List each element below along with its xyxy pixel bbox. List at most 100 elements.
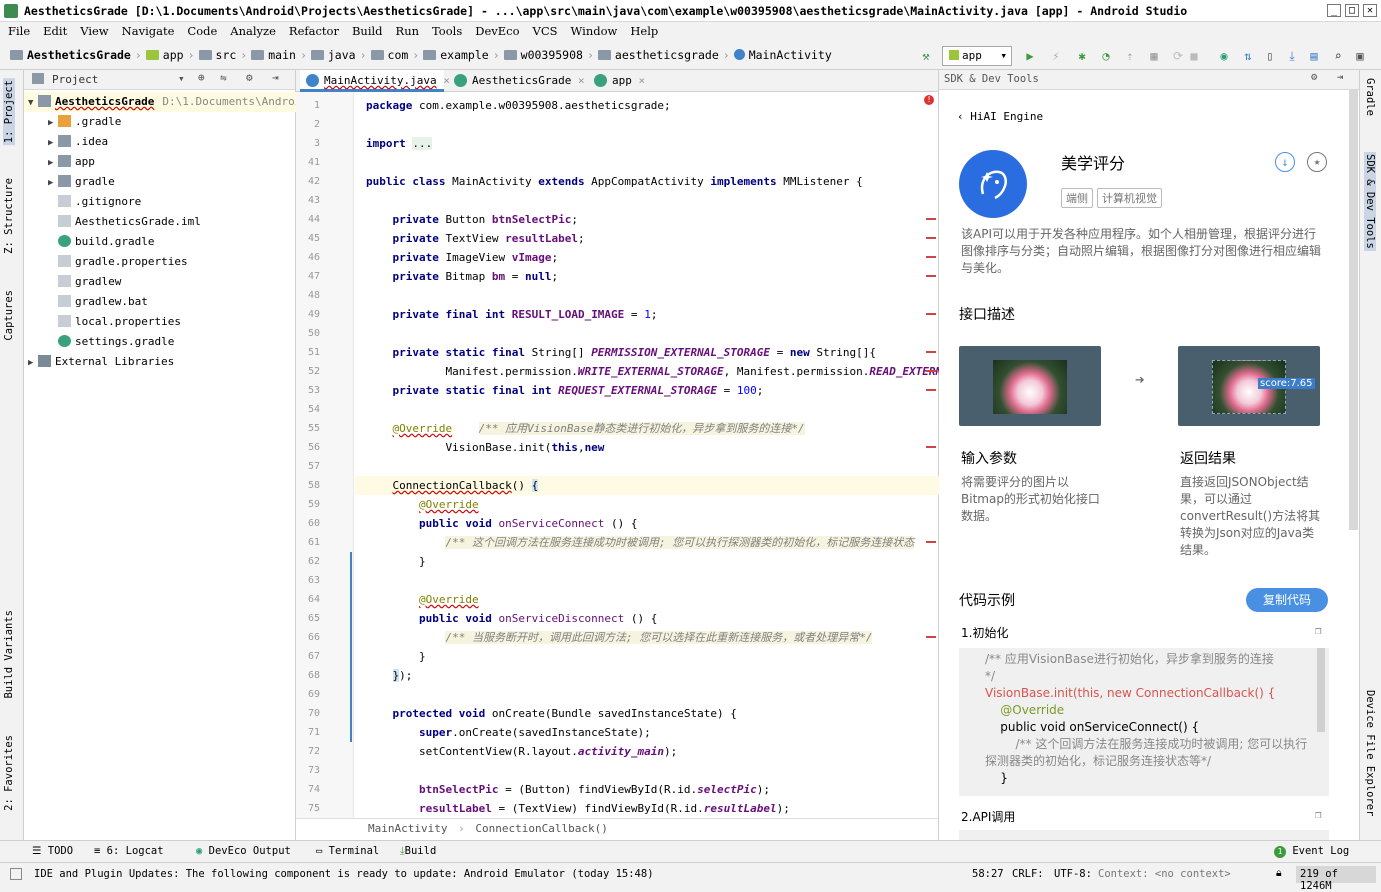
- tab-captures[interactable]: Captures: [3, 290, 15, 341]
- error-stripe-mark[interactable]: [926, 218, 936, 220]
- code-line[interactable]: public class MainActivity extends AppCom…: [366, 172, 863, 191]
- tree-item[interactable]: settings.gradle: [24, 332, 296, 352]
- make-project-icon[interactable]: ⚒: [918, 48, 934, 64]
- editor-tab[interactable]: MainActivity.java ×: [300, 70, 450, 92]
- rerun-icon[interactable]: ⟳: [1170, 48, 1186, 64]
- code-line[interactable]: super.onCreate(savedInstanceState);: [366, 723, 651, 742]
- tree-item[interactable]: gradlew.bat: [24, 292, 296, 312]
- close-button[interactable]: ✕: [1363, 4, 1377, 17]
- code-line[interactable]: private ImageView vImage;: [366, 248, 559, 267]
- breadcrumb-item[interactable]: src: [216, 48, 237, 62]
- code-line[interactable]: }: [366, 647, 426, 666]
- tab-sdk-dev-tools[interactable]: SDK & Dev Tools: [1364, 152, 1376, 251]
- download-icon[interactable]: ↓: [1275, 152, 1295, 172]
- tree-item[interactable]: ▶ .idea: [24, 132, 296, 152]
- code-line[interactable]: private static final String[] PERMISSION…: [366, 343, 876, 362]
- maximize-button[interactable]: □: [1345, 4, 1359, 17]
- tab-favorites[interactable]: 2: Favorites: [3, 735, 15, 811]
- profile-icon[interactable]: ◔: [1098, 48, 1114, 64]
- tab-terminal[interactable]: ▭ Terminal: [316, 845, 379, 857]
- code-line[interactable]: Manifest.permission.WRITE_EXTERNAL_STORA…: [366, 362, 962, 381]
- section-api-call[interactable]: 2.API调用: [961, 808, 1015, 825]
- code-line[interactable]: package com.example.w00395908.aesthetics…: [366, 96, 671, 115]
- event-log-button[interactable]: 1 Event Log: [1274, 845, 1349, 858]
- project-structure-icon[interactable]: ▣: [1352, 48, 1368, 64]
- expand-arrow-icon[interactable]: ▶: [48, 113, 58, 133]
- menu-item-run[interactable]: Run: [388, 22, 424, 38]
- gear-icon[interactable]: ⚙: [246, 71, 253, 84]
- breadcrumb-item[interactable]: com: [388, 48, 409, 62]
- gear-icon[interactable]: ⚙: [1311, 71, 1317, 83]
- error-stripe-mark[interactable]: [926, 237, 936, 239]
- tree-item[interactable]: gradle.properties: [24, 252, 296, 272]
- breadcrumb-item[interactable]: app: [163, 48, 184, 62]
- tree-item[interactable]: gradlew: [24, 272, 296, 292]
- close-tab-icon[interactable]: ×: [632, 74, 645, 87]
- tab-build[interactable]: ⤓Build: [400, 845, 436, 858]
- menu-item-tools[interactable]: Tools: [424, 22, 467, 38]
- error-stripe-mark[interactable]: [926, 636, 936, 638]
- menu-item-refactor[interactable]: Refactor: [281, 22, 344, 38]
- tab-gradle[interactable]: Gradle: [1364, 78, 1376, 116]
- code-line[interactable]: import ...: [366, 134, 433, 153]
- status-message[interactable]: IDE and Plugin Updates: The following co…: [34, 868, 654, 880]
- menu-item-edit[interactable]: Edit: [35, 22, 72, 38]
- tree-item[interactable]: build.gradle: [24, 232, 296, 252]
- menu-item-file[interactable]: File: [0, 22, 35, 38]
- menu-item-code[interactable]: Code: [179, 22, 222, 38]
- menu-item-vcs[interactable]: VCS: [525, 22, 563, 38]
- tab-build-variants[interactable]: Build Variants: [3, 610, 15, 699]
- error-stripe-mark[interactable]: [926, 256, 936, 258]
- error-stripe-mark[interactable]: [926, 313, 936, 315]
- menu-item-build[interactable]: Build: [344, 22, 388, 38]
- tab-logcat[interactable]: ≡ 6: Logcat: [94, 845, 164, 857]
- code-line[interactable]: btnSelectPic = (Button) findViewById(R.i…: [366, 780, 770, 799]
- tree-item[interactable]: ▶ .gradle: [24, 112, 296, 132]
- tree-item[interactable]: local.properties: [24, 312, 296, 332]
- code-sample-scrollbar[interactable]: [1317, 648, 1325, 732]
- code-line[interactable]: private Button btnSelectPic;: [366, 210, 578, 229]
- tree-item[interactable]: AestheticsGrade.iml: [24, 212, 296, 232]
- target-icon[interactable]: ⊕: [198, 71, 205, 84]
- deveco-icon[interactable]: ◉: [1216, 48, 1232, 64]
- project-panel-title[interactable]: Project: [52, 73, 98, 86]
- editor-crumb-class[interactable]: MainActivity: [368, 822, 447, 835]
- tree-item[interactable]: ▶ app: [24, 152, 296, 172]
- error-stripe-mark[interactable]: [926, 351, 936, 353]
- sdk-manager-icon[interactable]: ⤓: [1284, 48, 1300, 64]
- minimize-button[interactable]: _: [1327, 4, 1341, 17]
- run-icon[interactable]: ▶: [1022, 48, 1038, 64]
- section-init[interactable]: 1.初始化: [961, 624, 1008, 641]
- search-icon[interactable]: ⌕: [1330, 48, 1346, 64]
- code-line[interactable]: public void onServiceConnect () {: [366, 514, 638, 533]
- tree-item[interactable]: ▼ AestheticsGrade D:\1.Documents\Androi: [24, 92, 301, 113]
- code-line[interactable]: }: [366, 552, 426, 571]
- tab-device-file-explorer[interactable]: Device File Explorer: [1364, 690, 1376, 816]
- error-stripe-mark[interactable]: [926, 446, 936, 448]
- debug-icon[interactable]: ✱: [1074, 48, 1090, 64]
- code-line[interactable]: private static final int REQUEST_EXTERNA…: [366, 381, 764, 400]
- menu-item-window[interactable]: Window: [563, 22, 623, 38]
- expand-arrow-icon[interactable]: ▶: [48, 153, 58, 173]
- coverage-icon[interactable]: ▦: [1146, 48, 1162, 64]
- tab-project[interactable]: 1: Project: [3, 78, 15, 146]
- code-line[interactable]: });: [366, 666, 412, 685]
- expand-arrow-icon[interactable]: ▼: [28, 93, 38, 113]
- error-stripe-mark[interactable]: [926, 370, 936, 372]
- avd-manager-icon[interactable]: ▯: [1262, 48, 1278, 64]
- chevron-down-icon[interactable]: ▾: [178, 72, 185, 85]
- file-encoding[interactable]: UTF-8:: [1054, 868, 1092, 880]
- code-line[interactable]: setContentView(R.layout.activity_main);: [366, 742, 677, 761]
- sync-icon[interactable]: ⇅: [1240, 48, 1256, 64]
- tree-item[interactable]: .gitignore: [24, 192, 296, 212]
- menu-item-view[interactable]: View: [72, 22, 113, 38]
- code-line[interactable]: @Override /** 应用VisionBase静态类进行初始化，异步拿到服…: [366, 419, 805, 438]
- code-line[interactable]: protected void onCreate(Bundle savedInst…: [366, 704, 737, 723]
- error-stripe-mark[interactable]: [926, 389, 936, 391]
- expand-arrow-icon[interactable]: ▶: [48, 133, 58, 153]
- hiai-back-link[interactable]: ‹ HiAI Engine: [957, 110, 1043, 123]
- line-separator[interactable]: CRLF:: [1012, 868, 1044, 880]
- code-line[interactable]: private Bitmap bm = null;: [366, 267, 559, 286]
- tab-deveco-output[interactable]: ◉ DevEco Output: [196, 845, 291, 857]
- tab-structure[interactable]: Z: Structure: [3, 178, 15, 254]
